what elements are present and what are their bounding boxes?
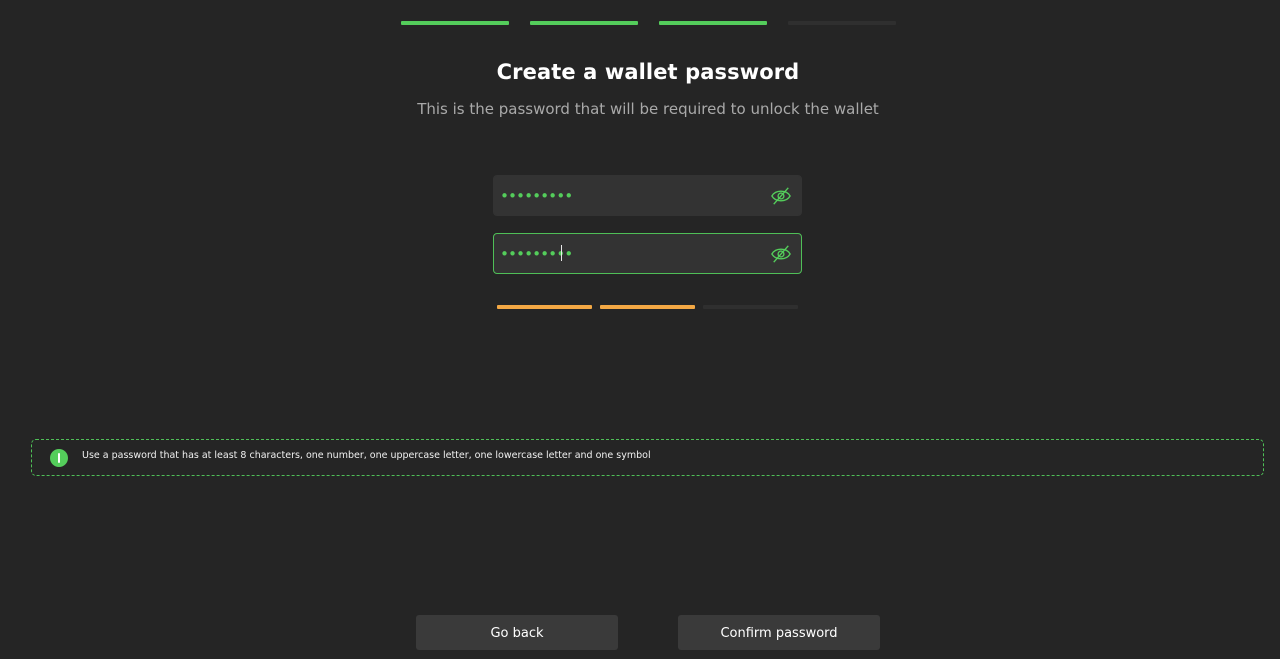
text-caret [561,245,562,261]
password-strength-meter [497,305,798,309]
confirm-password-input[interactable] [500,234,750,273]
page-title: Create a wallet password [496,60,800,84]
strength-segment [703,305,798,309]
eye-off-icon[interactable] [770,244,792,264]
confirm-password-button[interactable]: Confirm password [678,615,880,650]
progress-step-4 [788,21,896,25]
strength-segment [600,305,695,309]
password-hint-text: Use a password that has at least 8 chara… [82,450,651,461]
eye-off-icon[interactable] [770,186,792,206]
password-field[interactable] [493,175,802,216]
strength-segment [497,305,592,309]
progress-step-1 [401,21,509,25]
progress-step-2 [530,21,638,25]
page-subtitle: This is the password that will be requir… [417,100,879,118]
progress-step-3 [659,21,767,25]
password-hint-box: Use a password that has at least 8 chara… [31,439,1264,476]
onboarding-progress [401,21,896,25]
confirm-password-field[interactable] [493,233,802,274]
create-password-page: Create a wallet password This is the pas… [0,0,1280,659]
password-input[interactable] [500,176,750,215]
go-back-button[interactable]: Go back [416,615,618,650]
info-icon [50,449,68,467]
